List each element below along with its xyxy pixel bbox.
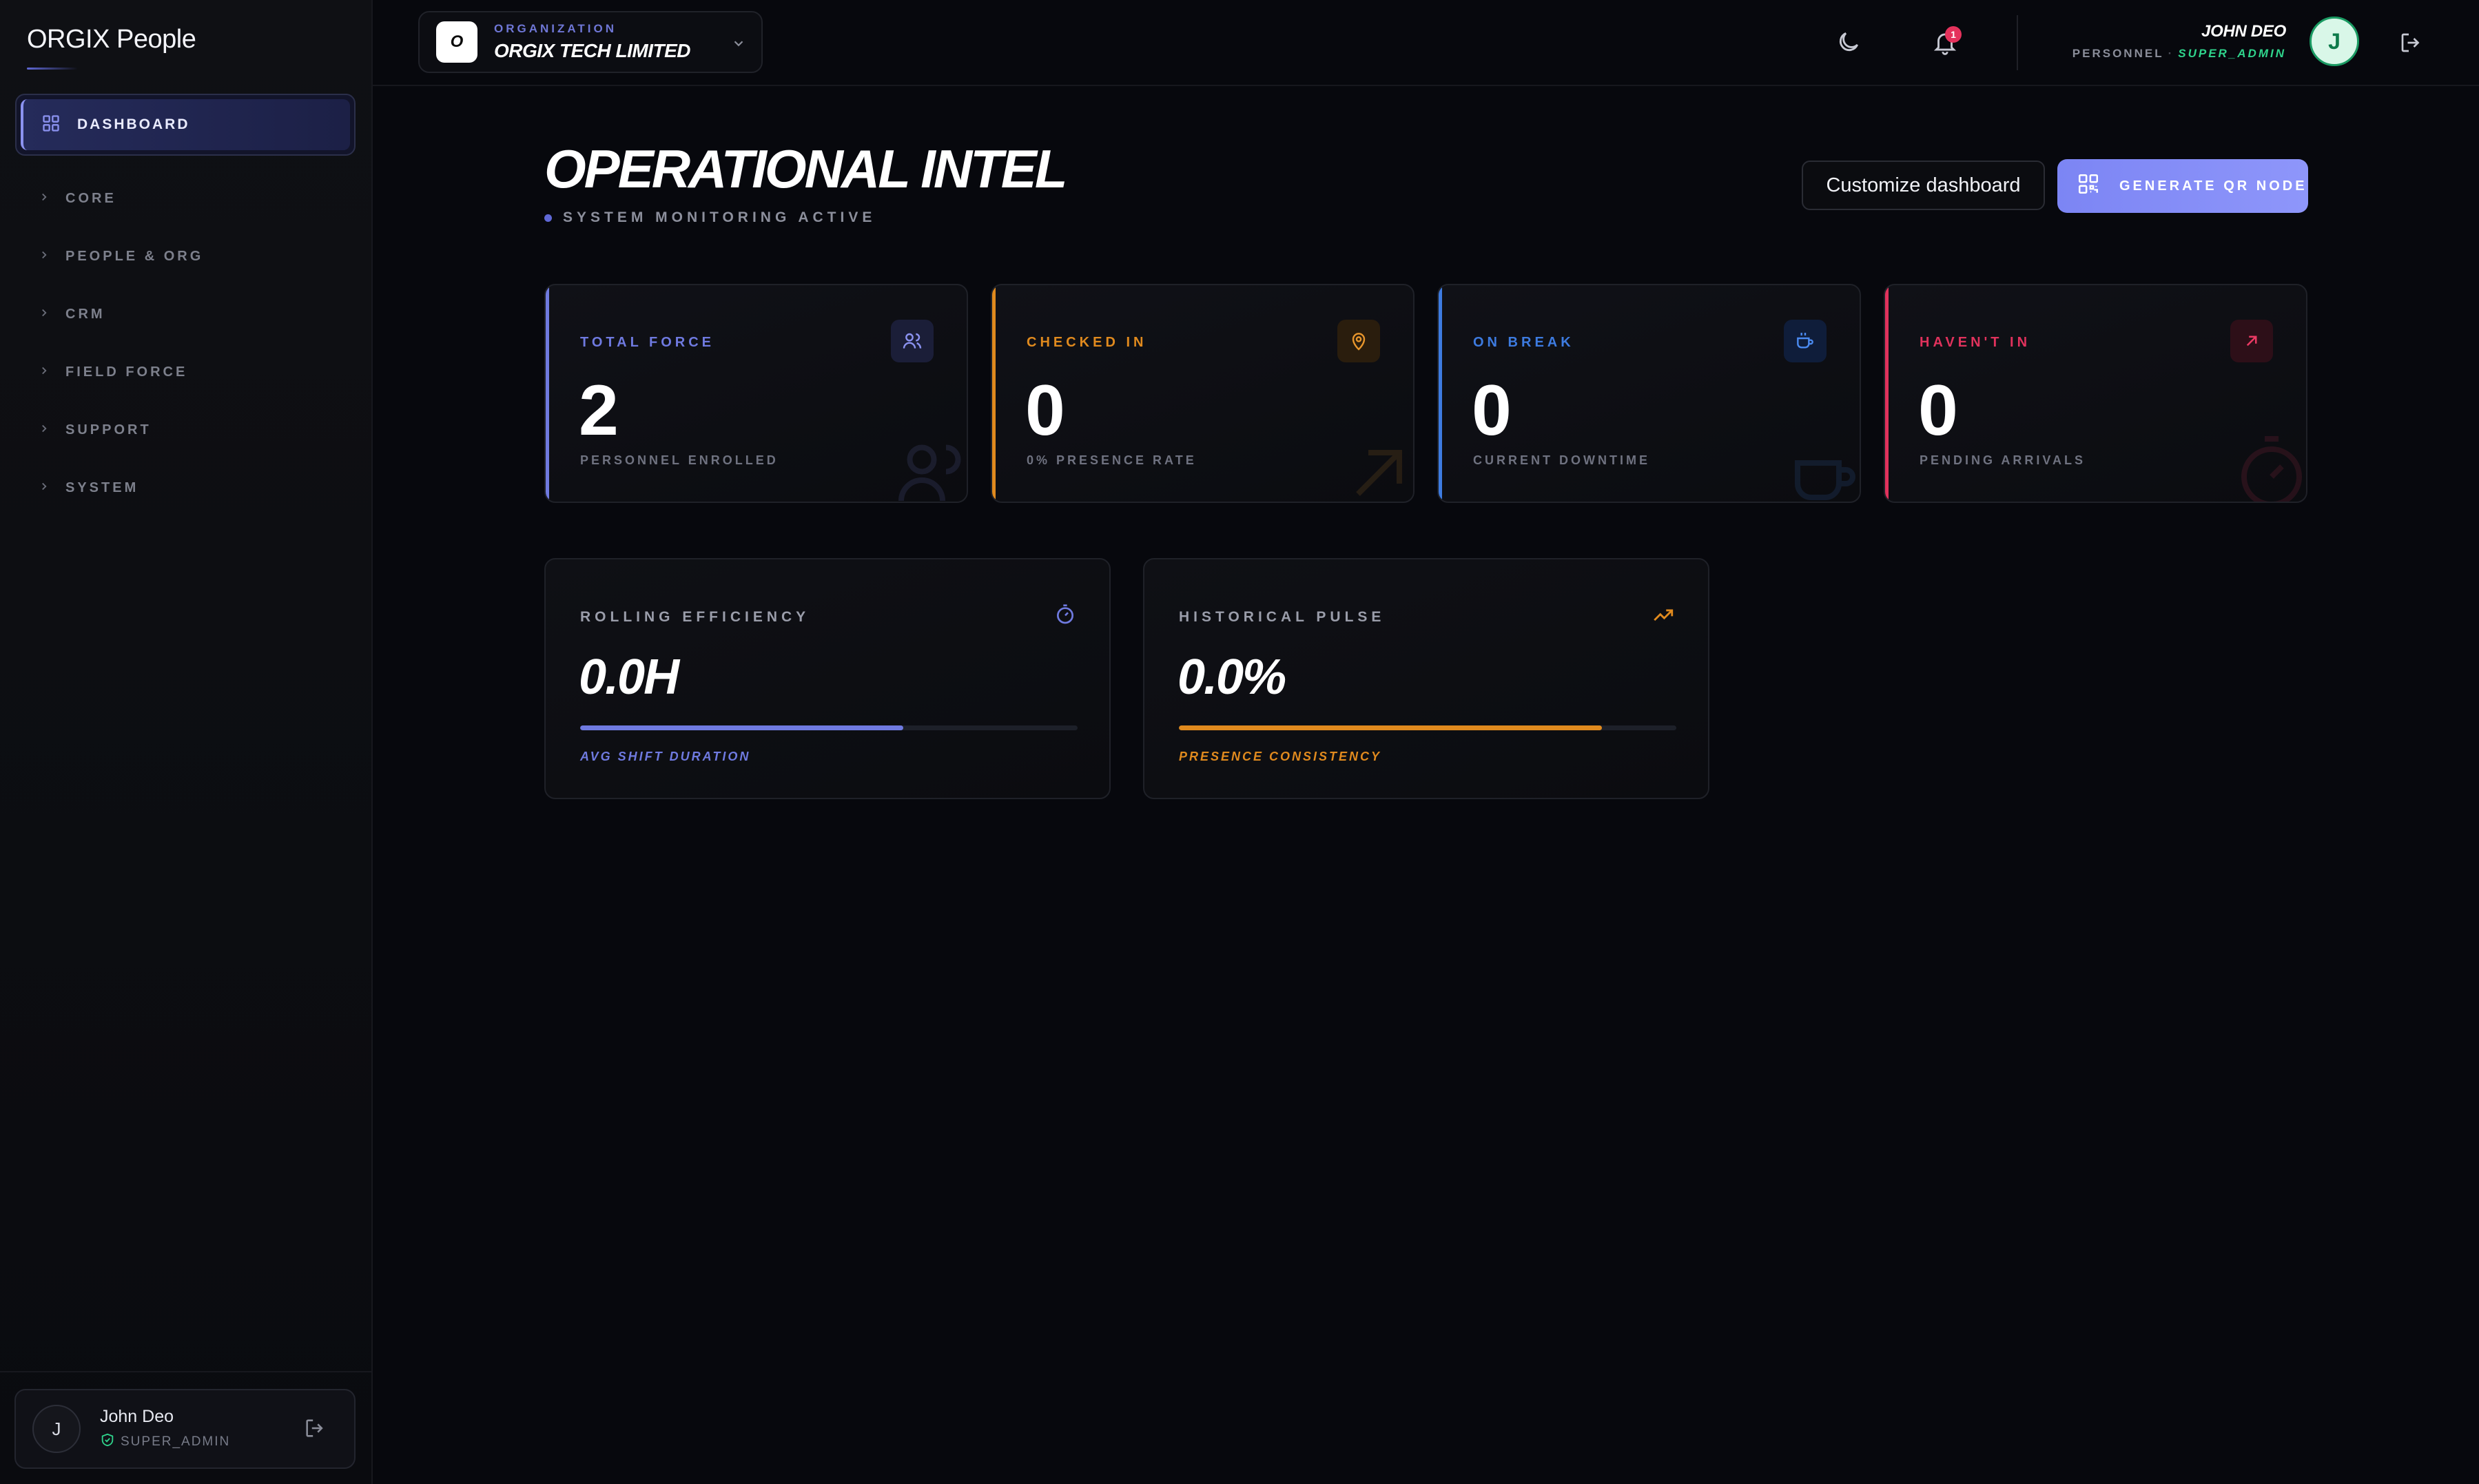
top-user-name: JOHN DEO xyxy=(2201,22,2286,41)
metric-sub: PRESENCE CONSISTENCY xyxy=(1179,750,1382,763)
sidebar-group-label: SUPPORT xyxy=(65,422,152,437)
chevron-right-icon xyxy=(38,422,50,438)
stat-label: CHECKED IN xyxy=(1027,335,1147,350)
sidebar-item-dashboard[interactable]: DASHBOARD xyxy=(15,94,356,156)
stat-label: HAVEN'T IN xyxy=(1920,335,2031,350)
metric-label: HISTORICAL PULSE xyxy=(1179,609,1386,625)
org-kicker: ORGANIZATION xyxy=(494,22,617,35)
sidebar-group-label: PEOPLE & ORG xyxy=(65,248,204,264)
metric-label: ROLLING EFFICIENCY xyxy=(580,609,810,625)
status-line: SYSTEM MONITORING ACTIVE xyxy=(544,209,876,226)
sidebar-group-label: CRM xyxy=(65,306,105,322)
arrow-up-right-icon xyxy=(1337,432,1413,502)
qr-code-icon xyxy=(2077,172,2100,200)
coffee-icon xyxy=(1784,320,1827,362)
sidebar-group-core[interactable]: CORE xyxy=(38,185,116,212)
progress-fill xyxy=(580,725,904,730)
progress-track xyxy=(580,725,1078,730)
topbar-divider xyxy=(2017,15,2018,70)
map-pin-icon xyxy=(1337,320,1380,362)
top-user-info: JOHN DEO PERSONNEL · SUPER_ADMIN xyxy=(2072,22,2287,61)
stat-card-havent-in: HAVEN'T IN 0 PENDING ARRIVALS xyxy=(1884,284,2307,503)
stat-sub: PERSONNEL ENROLLED xyxy=(580,453,779,467)
sidebar: ORGIX People DASHBOARD CORE PEOPLE & ORG… xyxy=(0,0,373,1484)
metric-sub: AVG SHIFT DURATION xyxy=(580,750,751,763)
sidebar-group-system[interactable]: SYSTEM xyxy=(38,474,138,502)
users-icon xyxy=(891,432,967,502)
users-icon xyxy=(891,320,934,362)
card-accent xyxy=(992,285,996,502)
chevron-down-icon xyxy=(731,36,746,54)
status-dot xyxy=(544,214,552,222)
stat-value: 0 xyxy=(1918,371,1958,451)
card-accent xyxy=(1439,285,1442,502)
trending-up-icon xyxy=(1652,604,1675,630)
sidebar-group-label: SYSTEM xyxy=(65,480,139,495)
sidebar-group-people-org[interactable]: PEOPLE & ORG xyxy=(38,243,203,270)
card-accent xyxy=(1885,285,1889,502)
stat-sub: PENDING ARRIVALS xyxy=(1920,453,2086,467)
org-switcher[interactable]: O ORGANIZATION ORGIX TECH LIMITED xyxy=(418,11,763,73)
generate-qr-label: GENERATE QR NODE xyxy=(2119,178,2307,194)
avatar[interactable]: J xyxy=(2310,17,2359,66)
sidebar-group-support[interactable]: SUPPORT xyxy=(38,416,152,444)
org-logo: O xyxy=(436,21,477,63)
grid-icon xyxy=(41,114,61,136)
top-user-label: PERSONNEL xyxy=(2072,47,2164,60)
avatar: J xyxy=(32,1405,81,1453)
sidebar-group-label: FIELD FORCE xyxy=(65,364,188,380)
stat-card-total-force: TOTAL FORCE 2 PERSONNEL ENROLLED xyxy=(544,284,968,503)
stat-card-checked-in: CHECKED IN 0 0% PRESENCE RATE xyxy=(991,284,1415,503)
chevron-right-icon xyxy=(38,480,50,496)
sidebar-footer: J John Deo SUPER_ADMIN xyxy=(0,1371,373,1484)
chevron-right-icon xyxy=(38,249,50,265)
stopwatch-icon xyxy=(1054,604,1076,629)
stat-sub: CURRENT DOWNTIME xyxy=(1473,453,1650,467)
user-name: John Deo xyxy=(100,1406,174,1426)
card-accent xyxy=(546,285,549,502)
moon-icon[interactable] xyxy=(1835,29,1862,59)
topbar: O ORGANIZATION ORGIX TECH LIMITED 1 JOHN… xyxy=(373,0,2479,86)
arrow-up-right-icon xyxy=(2230,320,2273,362)
stat-value: 2 xyxy=(579,371,619,451)
generate-qr-button[interactable]: GENERATE QR NODE xyxy=(2057,159,2308,213)
customize-dashboard-button[interactable]: Customize dashboard xyxy=(1802,161,2045,210)
org-name: ORGIX TECH LIMITED xyxy=(494,40,691,61)
top-user-role: SUPER_ADMIN xyxy=(2178,47,2286,60)
progress-track xyxy=(1179,725,1676,730)
stat-value: 0 xyxy=(1472,371,1512,451)
stat-label: TOTAL FORCE xyxy=(580,335,714,350)
sidebar-item-label: DASHBOARD xyxy=(77,116,190,132)
metric-card-historical-pulse: HISTORICAL PULSE 0.0% PRESENCE CONSISTEN… xyxy=(1143,558,1709,799)
stopwatch-icon xyxy=(2230,432,2306,502)
sidebar-group-field-force[interactable]: FIELD FORCE xyxy=(38,358,187,386)
logout-icon[interactable] xyxy=(2398,30,2423,59)
progress-fill xyxy=(1179,725,1602,730)
logout-icon[interactable] xyxy=(303,1416,327,1443)
user-role: SUPER_ADMIN xyxy=(121,1434,231,1449)
stat-sub: 0% PRESENCE RATE xyxy=(1027,453,1197,467)
metric-value: 0.0H xyxy=(579,650,679,705)
coffee-icon xyxy=(1784,432,1860,502)
metric-value: 0.0% xyxy=(1177,650,1286,705)
separator: · xyxy=(2168,47,2174,60)
metric-card-rolling-efficiency: ROLLING EFFICIENCY 0.0H AVG SHIFT DURATI… xyxy=(544,558,1111,799)
sidebar-group-label: CORE xyxy=(65,190,116,206)
brand-logo[interactable]: ORGIX People xyxy=(27,25,196,54)
stat-label: ON BREAK xyxy=(1473,335,1574,350)
chevron-right-icon xyxy=(38,364,50,380)
notification-badge: 1 xyxy=(1945,26,1962,43)
page-title: OPERATIONAL INTEL xyxy=(544,138,1067,199)
status-text: SYSTEM MONITORING ACTIVE xyxy=(563,209,876,225)
shield-check-icon xyxy=(100,1432,115,1452)
stat-card-on-break: ON BREAK 0 CURRENT DOWNTIME xyxy=(1437,284,1861,503)
chevron-right-icon xyxy=(38,191,50,207)
brand-underline xyxy=(27,68,78,70)
stat-value: 0 xyxy=(1025,371,1065,451)
user-card[interactable]: J John Deo SUPER_ADMIN xyxy=(14,1389,356,1469)
sidebar-group-crm[interactable]: CRM xyxy=(38,300,105,328)
chevron-right-icon xyxy=(38,307,50,322)
